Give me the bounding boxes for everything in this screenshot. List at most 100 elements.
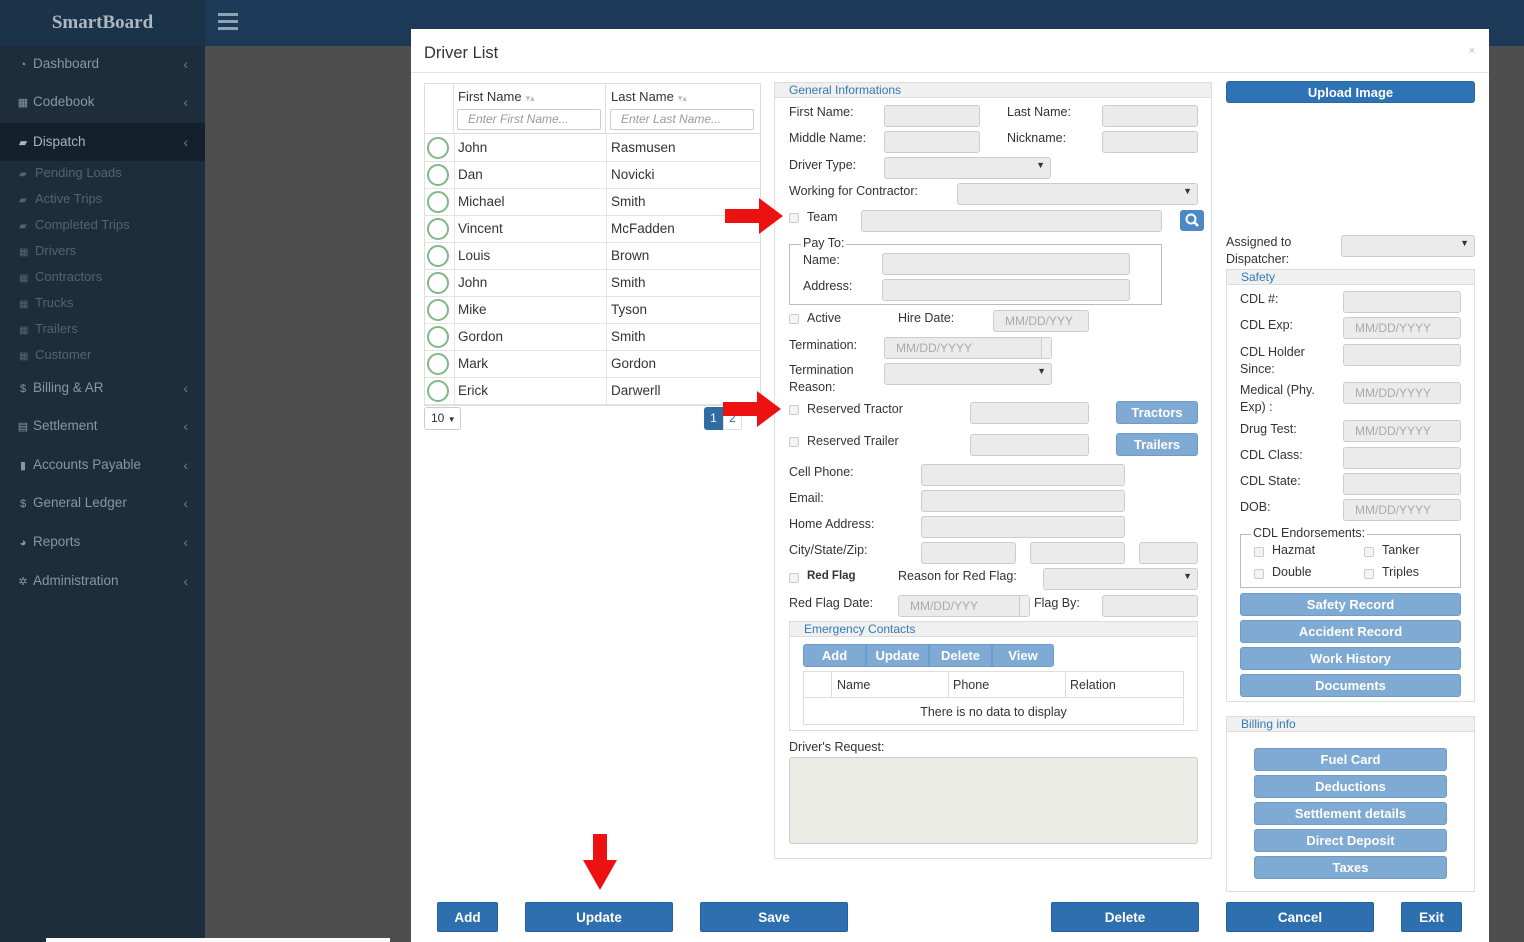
save-button[interactable]: Save — [700, 902, 848, 932]
reserved-trailer-field[interactable] — [970, 434, 1089, 456]
column-last-name[interactable]: Last Name ▾▴ Enter Last Name... — [607, 84, 760, 134]
cdl-holder-since-field[interactable] — [1343, 344, 1461, 366]
first-name-filter-input[interactable]: Enter First Name... — [457, 109, 601, 130]
upload-image-button[interactable]: Upload Image — [1226, 81, 1475, 103]
sidebar-item-settlement[interactable]: ▤ Settlement ‹ — [0, 408, 205, 444]
exit-button[interactable]: Exit — [1401, 902, 1462, 932]
sidebar-subitem-customer[interactable]: ▦ Customer — [0, 342, 205, 368]
sidebar-subitem-trailers[interactable]: ▦ Trailers — [0, 316, 205, 342]
safety-record-button[interactable]: Safety Record — [1240, 593, 1461, 616]
table-row[interactable]: Michael Smith — [425, 189, 760, 216]
triples-checkbox[interactable] — [1364, 569, 1374, 579]
menu-toggle-icon[interactable] — [218, 13, 238, 30]
column-phone[interactable]: Phone — [953, 678, 989, 692]
row-select-icon[interactable] — [427, 191, 449, 213]
last-name-field[interactable] — [1102, 105, 1198, 127]
sidebar-subitem-active-trips[interactable]: ▰ Active Trips — [0, 186, 205, 212]
sidebar-subitem-drivers[interactable]: ▦ Drivers — [0, 238, 205, 264]
email-field[interactable] — [921, 490, 1125, 512]
cdl-exp-field[interactable]: MM/DD/YYYY — [1343, 317, 1461, 339]
sort-icon[interactable]: ▾▴ — [678, 93, 687, 103]
red-flag-date-field[interactable]: MM/DD/YYY — [898, 595, 1030, 617]
emergency-add-button[interactable]: Add — [803, 644, 866, 667]
zip-field[interactable] — [1139, 542, 1198, 564]
page-size-select[interactable]: 10 ▼ — [424, 407, 461, 430]
sidebar-item-general-ledger[interactable]: $ General Ledger ‹ — [0, 485, 205, 521]
sidebar-item-reports[interactable]: ◕ Reports ‹ — [0, 524, 205, 560]
fuel-card-button[interactable]: Fuel Card — [1254, 748, 1447, 771]
update-button[interactable]: Update — [525, 902, 673, 932]
drivers-request-textarea[interactable] — [789, 757, 1198, 844]
row-select-icon[interactable] — [427, 326, 449, 348]
accident-record-button[interactable]: Accident Record — [1240, 620, 1461, 643]
delete-button[interactable]: Delete — [1051, 902, 1199, 932]
emergency-update-button[interactable]: Update — [866, 644, 929, 667]
team-search-button[interactable] — [1180, 210, 1204, 231]
double-checkbox[interactable] — [1254, 569, 1264, 579]
pay-name-field[interactable] — [882, 253, 1130, 275]
row-select-icon[interactable] — [427, 137, 449, 159]
table-row[interactable]: Louis Brown — [425, 243, 760, 270]
termination-reason-select[interactable]: ▼ — [884, 363, 1052, 385]
sidebar-subitem-trucks[interactable]: ▦ Trucks — [0, 290, 205, 316]
row-select-icon[interactable] — [427, 380, 449, 402]
reserved-tractor-checkbox[interactable] — [789, 405, 799, 415]
state-field[interactable] — [1030, 542, 1125, 564]
team-field[interactable] — [861, 210, 1162, 232]
settlement-details-button[interactable]: Settlement details — [1254, 802, 1447, 825]
team-checkbox[interactable] — [789, 213, 799, 223]
middle-name-field[interactable] — [884, 131, 980, 153]
sidebar-subitem-completed-trips[interactable]: ▰ Completed Trips — [0, 212, 205, 238]
table-row[interactable]: Dan Novicki — [425, 162, 760, 189]
sidebar-item-accounts-payable[interactable]: ▮ Accounts Payable ‹ — [0, 447, 205, 483]
taxes-button[interactable]: Taxes — [1254, 856, 1447, 879]
sidebar-item-codebook[interactable]: ▦ Codebook ‹ — [0, 84, 205, 120]
row-select-icon[interactable] — [427, 164, 449, 186]
brand-logo[interactable]: SmartBoard — [0, 0, 205, 46]
termination-date-field[interactable]: MM/DD/YYYY — [884, 337, 1052, 359]
calendar-icon[interactable] — [1019, 596, 1029, 616]
reserved-tractor-field[interactable] — [970, 402, 1089, 424]
reason-red-flag-select[interactable]: ▼ — [1043, 568, 1198, 590]
hire-date-field[interactable]: MM/DD/YYY — [993, 310, 1089, 332]
row-select-icon[interactable] — [427, 353, 449, 375]
table-row[interactable]: Vincent McFadden — [425, 216, 760, 243]
cdl-state-field[interactable] — [1343, 473, 1461, 495]
last-name-filter-input[interactable]: Enter Last Name... — [610, 109, 754, 130]
table-row[interactable]: John Smith — [425, 270, 760, 297]
column-name[interactable]: Name — [837, 678, 870, 692]
dob-field[interactable]: MM/DD/YYYY — [1343, 499, 1461, 521]
table-row[interactable]: Gordon Smith — [425, 324, 760, 351]
deductions-button[interactable]: Deductions — [1254, 775, 1447, 798]
row-select-icon[interactable] — [427, 299, 449, 321]
sidebar-subitem-pending-loads[interactable]: ▰ Pending Loads — [0, 160, 205, 186]
active-checkbox[interactable] — [789, 314, 799, 324]
row-select-icon[interactable] — [427, 218, 449, 240]
close-icon[interactable]: × — [1469, 45, 1475, 57]
emergency-delete-button[interactable]: Delete — [929, 644, 992, 667]
add-button[interactable]: Add — [437, 902, 498, 932]
page-button-current[interactable]: 1 — [704, 407, 723, 430]
reserved-trailer-checkbox[interactable] — [789, 437, 799, 447]
city-field[interactable] — [921, 542, 1016, 564]
driver-type-select[interactable]: ▼ — [884, 157, 1051, 179]
row-select-icon[interactable] — [427, 272, 449, 294]
work-history-button[interactable]: Work History — [1240, 647, 1461, 670]
home-address-field[interactable] — [921, 516, 1125, 538]
column-first-name[interactable]: First Name ▾▴ Enter First Name... — [454, 84, 606, 134]
contractor-select[interactable]: ▼ — [957, 183, 1198, 205]
table-row[interactable]: Erick Darwerll — [425, 378, 760, 405]
hazmat-checkbox[interactable] — [1254, 547, 1264, 557]
cdl-class-field[interactable] — [1343, 447, 1461, 469]
sort-icon[interactable]: ▾▴ — [526, 93, 535, 103]
pay-address-field[interactable] — [882, 279, 1130, 301]
calendar-icon[interactable] — [1041, 338, 1051, 358]
horizontal-scrollbar[interactable] — [46, 938, 390, 942]
tanker-checkbox[interactable] — [1364, 547, 1374, 557]
emergency-view-button[interactable]: View — [992, 644, 1054, 667]
first-name-field[interactable] — [884, 105, 980, 127]
column-relation[interactable]: Relation — [1070, 678, 1116, 692]
drug-test-field[interactable]: MM/DD/YYYY — [1343, 420, 1461, 442]
flag-by-field[interactable] — [1102, 595, 1198, 617]
sidebar-item-billing[interactable]: $ Billing & AR ‹ — [0, 370, 205, 406]
